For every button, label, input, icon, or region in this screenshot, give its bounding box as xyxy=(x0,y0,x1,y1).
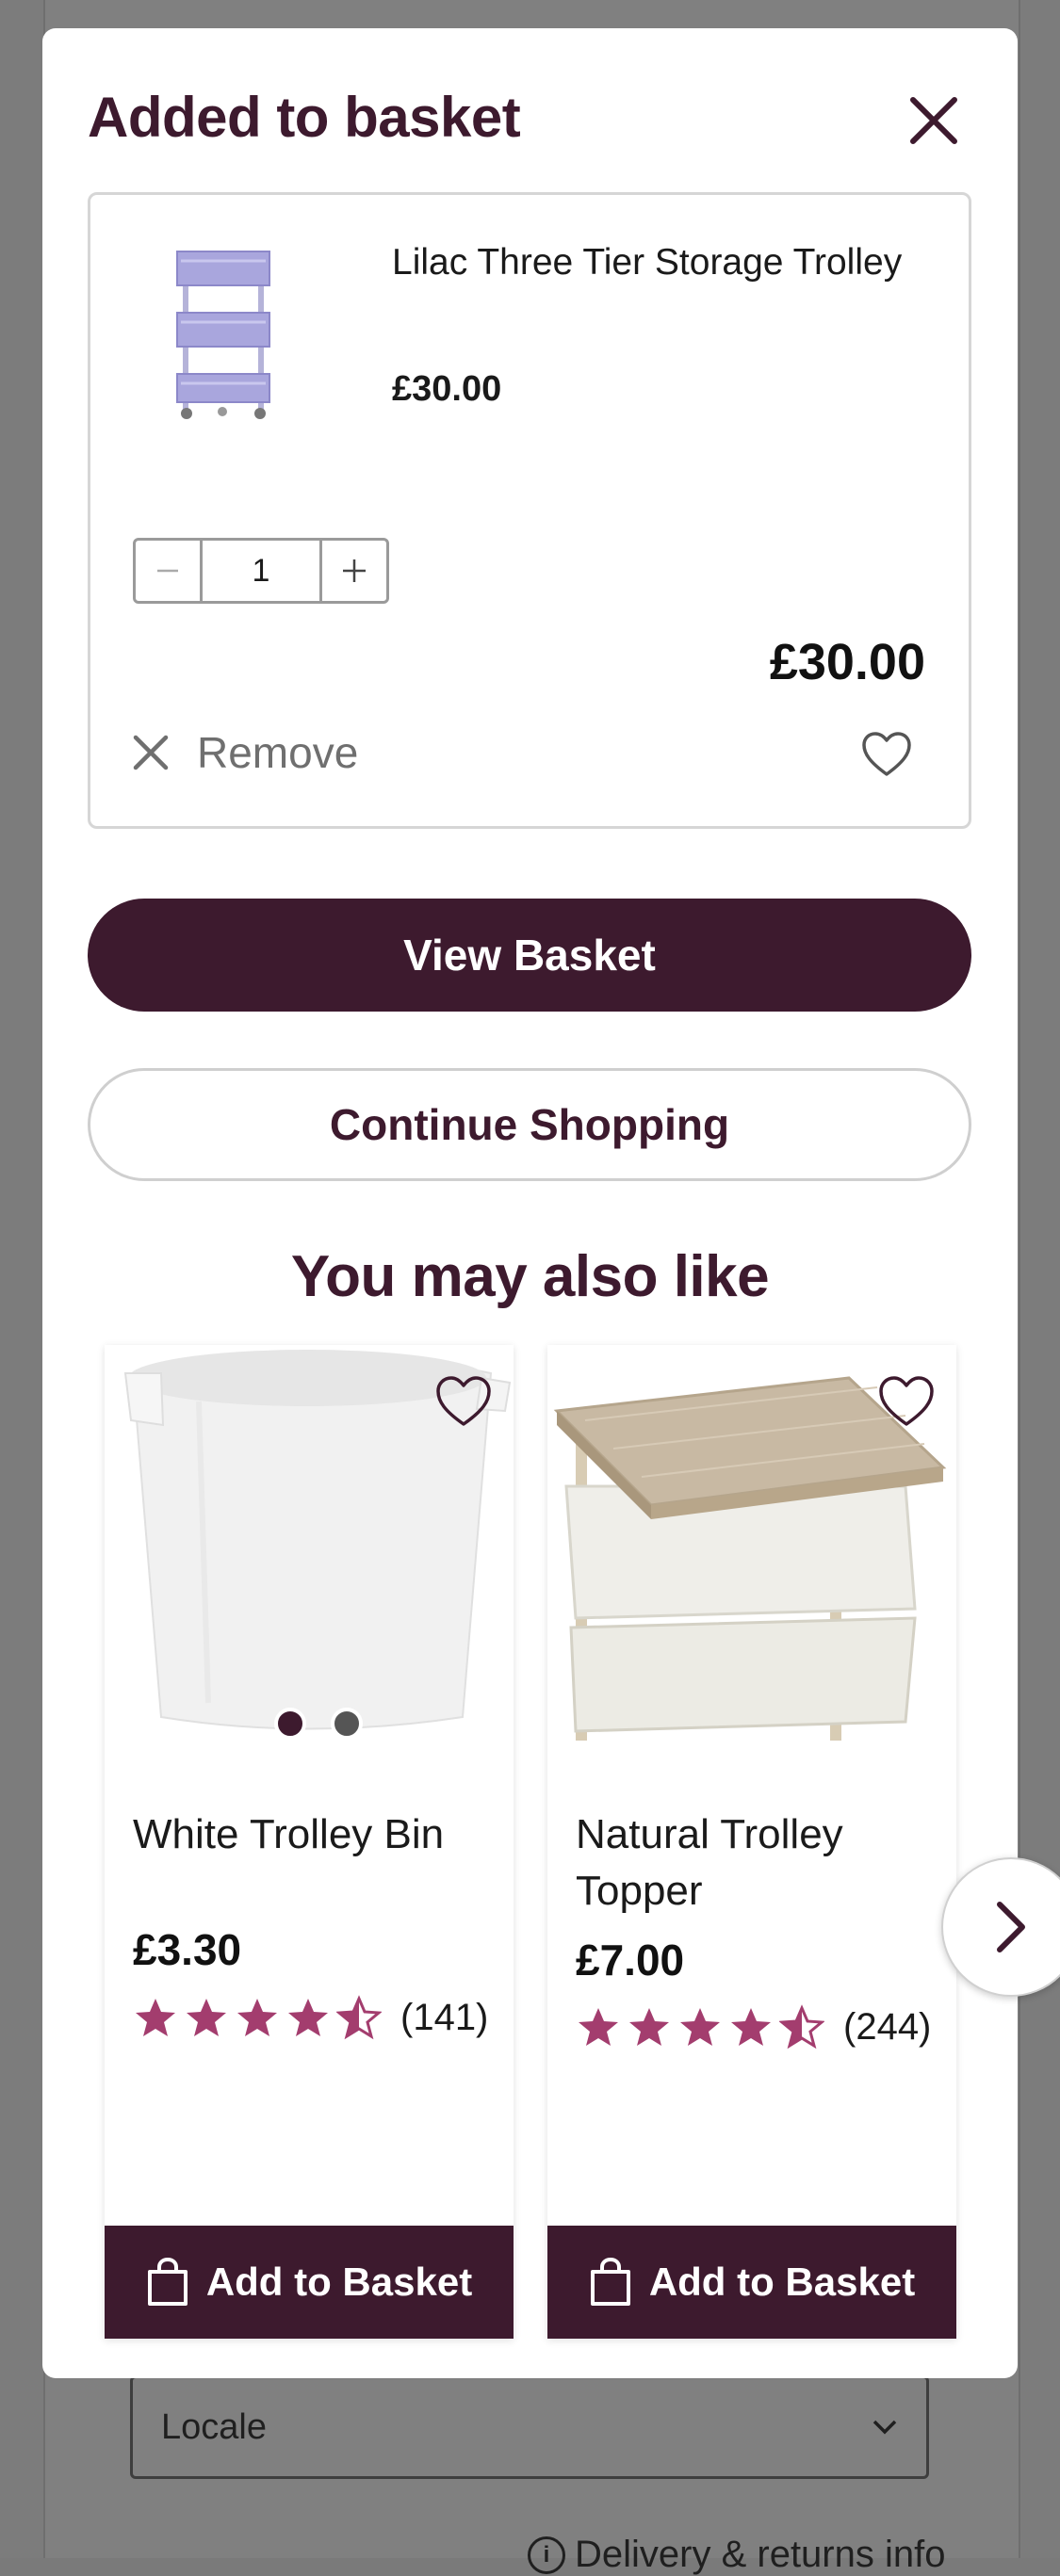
decrease-quantity-button[interactable] xyxy=(136,541,200,601)
carousel-dot-2[interactable] xyxy=(331,1708,363,1740)
product-image xyxy=(128,233,317,421)
add-to-basket-button[interactable]: Add to Basket xyxy=(105,2226,514,2339)
basket-item-card: Lilac Three Tier Storage Trolley £30.00 … xyxy=(88,192,971,829)
increase-quantity-button[interactable] xyxy=(322,541,386,601)
add-to-basket-button[interactable]: Add to Basket xyxy=(547,2226,956,2339)
product-name[interactable]: Natural Trolley Topper xyxy=(576,1806,943,1920)
star-icon xyxy=(288,1999,328,2036)
basket-item-price: £30.00 xyxy=(392,369,502,409)
basket-item-total: £30.00 xyxy=(769,634,925,690)
star-icon xyxy=(680,2008,720,2046)
modal-title: Added to basket xyxy=(88,86,521,149)
locale-select-label: Locale xyxy=(161,2406,267,2447)
carousel-dot-1[interactable] xyxy=(274,1708,306,1740)
half-star-icon xyxy=(336,1995,382,2040)
add-to-basket-label: Add to Basket xyxy=(648,2260,916,2304)
plus-icon xyxy=(343,559,366,582)
info-icon: i xyxy=(528,2535,565,2574)
product-rating: (141) xyxy=(133,1995,488,2040)
star-icon xyxy=(629,2008,669,2046)
quantity-stepper[interactable]: 1 xyxy=(133,538,389,604)
star-icon xyxy=(187,1999,226,2036)
review-count[interactable]: (244) xyxy=(843,2006,931,2049)
continue-shopping-button[interactable]: Continue Shopping xyxy=(88,1068,971,1181)
half-star-icon xyxy=(779,2004,824,2049)
image-carousel-dots xyxy=(274,1708,363,1740)
star-icon xyxy=(731,2008,771,2046)
product-card[interactable]: Natural Trolley Topper £7.00 (244) Add t… xyxy=(547,1345,956,2339)
star-icon xyxy=(579,2008,618,2046)
recommendations-title: You may also like xyxy=(290,1244,770,1309)
carousel-next-button[interactable] xyxy=(941,1857,1060,1997)
wishlist-heart-icon[interactable] xyxy=(860,729,913,782)
view-basket-button[interactable]: View Basket xyxy=(88,899,971,1012)
close-icon xyxy=(910,97,957,144)
wishlist-heart-icon[interactable] xyxy=(434,1373,493,1432)
chevron-down-icon xyxy=(872,2420,897,2435)
product-rating: (244) xyxy=(576,2004,931,2049)
product-card[interactable]: White Trolley Bin £3.30 (141) Add to Bas… xyxy=(105,1345,514,2339)
wishlist-heart-icon[interactable] xyxy=(877,1373,936,1432)
shopping-bag-icon xyxy=(147,2257,188,2306)
delivery-info-link[interactable]: i Delivery & returns info xyxy=(528,2534,945,2576)
remove-item-button[interactable]: Remove xyxy=(133,727,358,778)
star-icon xyxy=(136,1999,175,2036)
close-icon xyxy=(133,735,169,770)
product-price: £3.30 xyxy=(133,1925,242,1974)
add-to-basket-label: Add to Basket xyxy=(205,2260,473,2304)
close-button[interactable] xyxy=(900,87,968,154)
basket-item-name[interactable]: Lilac Three Tier Storage Trolley xyxy=(392,235,920,291)
product-name[interactable]: White Trolley Bin xyxy=(133,1806,500,1863)
star-icon xyxy=(237,1999,277,2036)
quantity-input[interactable]: 1 xyxy=(200,541,322,601)
locale-select[interactable]: Locale xyxy=(130,2375,929,2479)
review-count[interactable]: (141) xyxy=(400,1997,488,2039)
product-price: £7.00 xyxy=(576,1936,685,1985)
chevron-right-icon xyxy=(997,1902,1025,1952)
shopping-bag-icon xyxy=(590,2257,630,2306)
minus-icon xyxy=(157,569,178,573)
added-to-basket-modal: Added to basket Lilac Three Tier Storage… xyxy=(42,28,1060,2378)
delivery-info-label: Delivery & returns info xyxy=(575,2534,946,2575)
remove-label: Remove xyxy=(197,728,359,777)
